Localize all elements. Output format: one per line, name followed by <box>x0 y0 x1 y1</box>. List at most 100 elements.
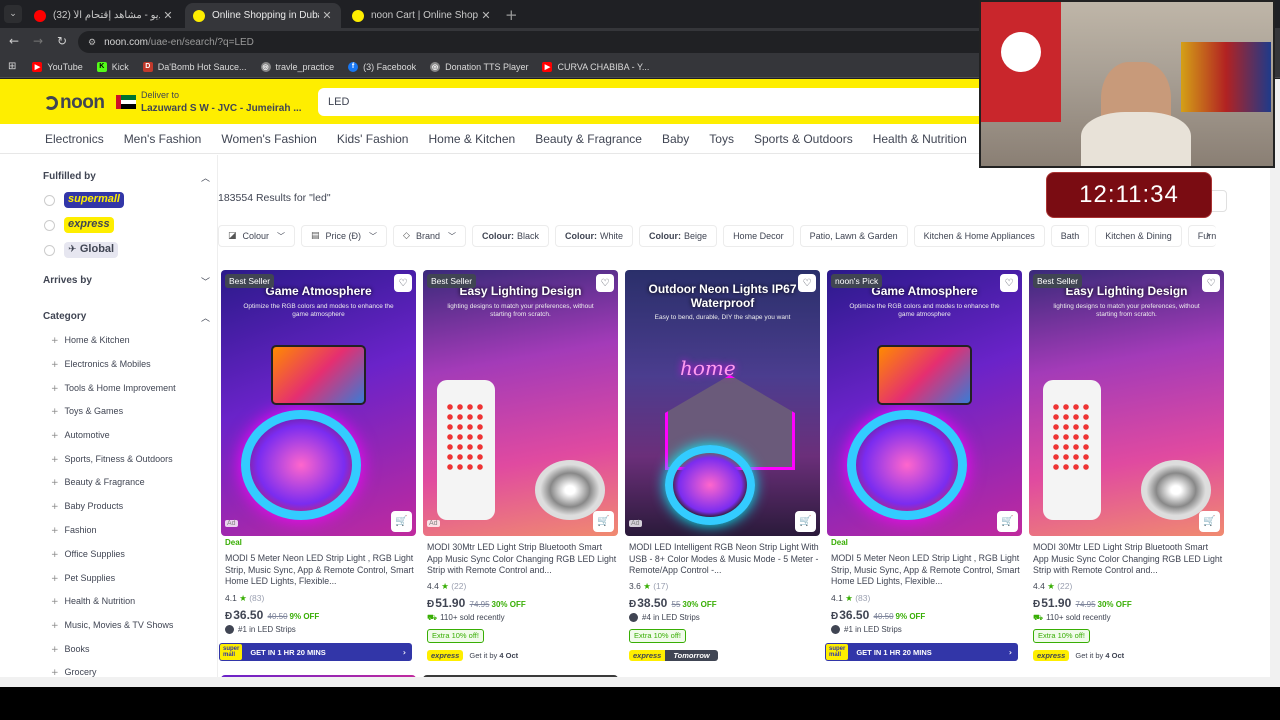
chip-colour-black[interactable]: Colour: Black <box>472 225 550 247</box>
close-icon[interactable]: ✕ <box>319 9 335 22</box>
noon-logo[interactable]: noon <box>44 92 105 114</box>
chevron-right-icon[interactable]: › <box>1206 228 1210 241</box>
chip-furniture[interactable]: Furn <box>1187 225 1217 247</box>
bookmark-youtube[interactable]: ▶ YouTube <box>32 61 83 72</box>
chip-bath[interactable]: Bath <box>1050 225 1090 247</box>
category-heading[interactable]: Category ︿ <box>43 311 213 324</box>
chip-price[interactable]: ▤ Price (Đ) ﹀ <box>301 225 388 247</box>
tab-noon-cart[interactable]: noon Cart | Online Shopping in ✕ <box>344 3 500 28</box>
apps-icon[interactable]: ⊞ <box>8 61 16 72</box>
category-item[interactable]: + Music, Movies & TV Shows <box>51 620 173 631</box>
product-name[interactable]: MODI 5 Meter Neon LED Strip Light , RGB … <box>831 553 1021 588</box>
category-item[interactable]: + Toys & Games <box>51 406 123 417</box>
close-icon[interactable]: ✕ <box>478 9 494 22</box>
product-card[interactable]: Game Atmosphere Optimize the RGB colors … <box>825 270 1022 670</box>
category-item[interactable]: + Baby Products <box>51 501 123 512</box>
nav-sports-outdoors[interactable]: Sports & Outdoors <box>754 132 853 146</box>
product-image[interactable]: Easy Lighting Design lighting designs to… <box>1029 270 1224 536</box>
heart-icon[interactable]: ♡ <box>798 274 816 292</box>
chip-colour-white[interactable]: Colour: White <box>555 225 634 247</box>
chip-colour[interactable]: ◪ Colour ﹀ <box>218 225 296 247</box>
heart-icon[interactable]: ♡ <box>394 274 412 292</box>
nav-mens-fashion[interactable]: Men's Fashion <box>124 132 202 146</box>
supermall-badge[interactable]: supermall <box>64 192 124 208</box>
chip-home-decor[interactable]: Home Decor <box>723 225 794 247</box>
close-icon[interactable]: ✕ <box>160 9 176 22</box>
tab-search-button[interactable]: ⌄ <box>4 5 22 23</box>
bookmark-curva[interactable]: ▶ CURVA CHABIBA - Y... <box>542 61 649 72</box>
vertical-scrollbar[interactable] <box>1270 79 1280 677</box>
product-name[interactable]: MODI LED Intelligent RGB Neon Strip Ligh… <box>629 542 819 577</box>
add-to-cart-icon[interactable]: 🛒 <box>593 511 614 532</box>
nav-kids-fashion[interactable]: Kids' Fashion <box>337 132 409 146</box>
category-item[interactable]: + Office Supplies <box>51 549 125 560</box>
global-badge[interactable]: ✈ Global <box>64 242 119 258</box>
address-bar[interactable]: ⚙ noon.com /uae-en/search/?q=LED <box>78 31 1038 53</box>
chip-patio[interactable]: Patio, Lawn & Garden <box>799 225 908 247</box>
nav-toys[interactable]: Toys <box>709 132 734 146</box>
add-to-cart-icon[interactable]: 🛒 <box>997 511 1018 532</box>
heart-icon[interactable]: ♡ <box>1202 274 1220 292</box>
radio-supermall[interactable] <box>44 195 55 206</box>
product-card[interactable]: Easy Lighting Design lighting designs to… <box>423 270 618 670</box>
radio-global[interactable] <box>44 245 55 256</box>
chip-brand[interactable]: ◇ Brand ﹀ <box>393 225 466 247</box>
reload-icon[interactable]: ↻ <box>57 34 67 48</box>
express-badge[interactable]: express <box>64 217 114 233</box>
fulfilled-by-heading[interactable]: Fulfilled by ︿ <box>43 171 213 184</box>
category-item[interactable]: + Health & Nutrition <box>51 596 135 607</box>
category-item[interactable]: + Books <box>51 644 90 655</box>
category-item[interactable]: + Automotive <box>51 430 110 441</box>
product-image[interactable]: Game Atmosphere Optimize the RGB colors … <box>827 270 1022 536</box>
bookmark-dabomb[interactable]: D Da'Bomb Hot Sauce... <box>142 61 247 72</box>
new-tab-icon[interactable]: + <box>505 6 518 24</box>
site-info-icon[interactable]: ⚙ <box>88 37 96 48</box>
category-item[interactable]: + Tools & Home Improvement <box>51 383 176 394</box>
back-icon[interactable]: ← <box>9 34 19 48</box>
radio-express[interactable] <box>44 220 55 231</box>
heart-icon[interactable]: ♡ <box>1000 274 1018 292</box>
heart-icon[interactable]: ♡ <box>596 274 614 292</box>
product-image[interactable]: Game Atmosphere Optimize the RGB colors … <box>221 270 416 536</box>
add-to-cart-icon[interactable]: 🛒 <box>795 511 816 532</box>
horizontal-scrollbar[interactable] <box>0 677 1280 687</box>
forward-icon[interactable]: → <box>33 34 43 48</box>
bookmark-donation[interactable]: ◎ Donation TTS Player <box>430 61 528 72</box>
product-image[interactable]: Easy Lighting Design lighting designs to… <box>423 270 618 536</box>
add-to-cart-icon[interactable]: 🛒 <box>391 511 412 532</box>
arrives-by-heading[interactable]: Arrives by ﹀ <box>43 275 213 288</box>
category-item[interactable]: + Sports, Fitness & Outdoors <box>51 454 173 465</box>
nav-baby[interactable]: Baby <box>662 132 689 146</box>
nav-electronics[interactable]: Electronics <box>45 132 104 146</box>
bookmark-kick[interactable]: K Kick <box>96 61 129 72</box>
chip-colour-beige[interactable]: Colour: Beige <box>639 225 718 247</box>
product-name[interactable]: MODI 30Mtr LED Light Strip Bluetooth Sma… <box>1033 542 1223 577</box>
supermall-delivery-bar[interactable]: super mall GET IN 1 HR 20 MINS › <box>219 643 412 661</box>
search-input[interactable]: LED <box>318 88 1008 116</box>
category-item[interactable]: + Pet Supplies <box>51 573 115 584</box>
chip-kitchen-dining[interactable]: Kitchen & Dining <box>1095 225 1182 247</box>
category-item[interactable]: + Fashion <box>51 525 97 536</box>
product-name[interactable]: MODI 30Mtr LED Light Strip Bluetooth Sma… <box>427 542 617 577</box>
tab-noon-search[interactable]: Online Shopping in Dubai, Abu ✕ <box>185 3 341 28</box>
product-card[interactable]: Game Atmosphere Optimize the RGB colors … <box>219 270 416 670</box>
product-name[interactable]: MODI 5 Meter Neon LED Strip Light , RGB … <box>225 553 415 588</box>
category-item[interactable]: + Home & Kitchen <box>51 335 130 346</box>
supermall-delivery-bar[interactable]: super mall GET IN 1 HR 20 MINS › <box>825 643 1018 661</box>
product-card[interactable]: Easy Lighting Design lighting designs to… <box>1029 270 1224 670</box>
product-image[interactable]: home Outdoor Neon Lights IP67 Waterproof… <box>625 270 820 536</box>
deliver-to[interactable]: Deliver to Lazuward S W - JVC - Jumeirah… <box>141 89 302 115</box>
add-to-cart-icon[interactable]: 🛒 <box>1199 511 1220 532</box>
nav-beauty-fragrance[interactable]: Beauty & Fragrance <box>535 132 642 146</box>
category-item[interactable]: + Electronics & Mobiles <box>51 359 151 370</box>
nav-health-nutrition[interactable]: Health & Nutrition <box>873 132 967 146</box>
bookmark-facebook[interactable]: f (3) Facebook <box>348 61 416 72</box>
nav-womens-fashion[interactable]: Women's Fashion <box>221 132 316 146</box>
tab-youtube[interactable]: (32) ترانديو - مشاهد إقتحام الأ... ✕ <box>26 3 182 28</box>
bookmark-travle[interactable]: ◎ travle_practice <box>260 61 334 72</box>
category-item[interactable]: + Grocery <box>51 667 97 677</box>
category-item[interactable]: + Beauty & Fragrance <box>51 477 145 488</box>
product-card[interactable]: home Outdoor Neon Lights IP67 Waterproof… <box>625 270 820 670</box>
chip-kitchen-appliances[interactable]: Kitchen & Home Appliances <box>913 225 1045 247</box>
nav-home-kitchen[interactable]: Home & Kitchen <box>428 132 515 146</box>
